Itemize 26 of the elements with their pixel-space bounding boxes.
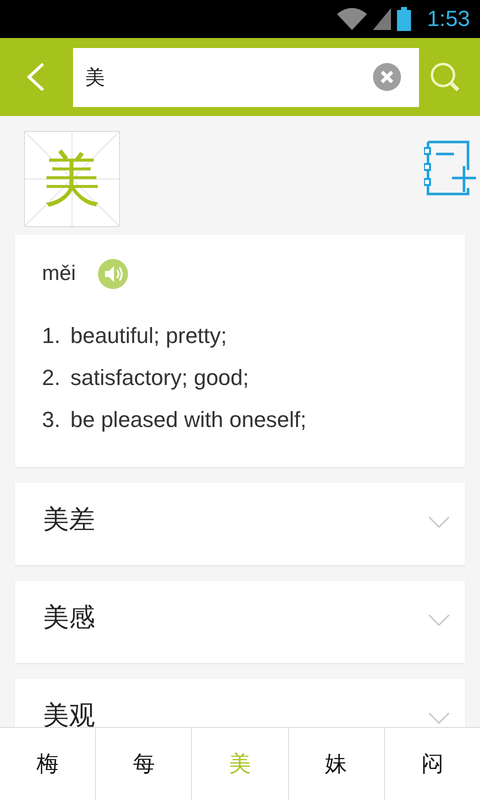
back-icon[interactable] [26, 62, 46, 92]
wifi-icon [337, 8, 368, 30]
battery-icon [397, 7, 412, 31]
speaker-icon[interactable] [98, 259, 128, 289]
sense-text: beautiful; pretty; [70, 322, 227, 350]
pinyin-text: měi [42, 262, 76, 286]
status-time: 1:53 [427, 6, 470, 32]
add-to-notebook-icon[interactable] [424, 140, 478, 196]
sense-text: be pleased with oneself; [70, 406, 306, 434]
search-icon[interactable] [429, 61, 461, 93]
character-glyph: 美 [43, 150, 101, 208]
search-field[interactable]: 美 [85, 65, 373, 89]
chevron-icon [428, 516, 450, 528]
sense-number: 1. [42, 322, 60, 350]
word-text: 美差 [43, 504, 95, 537]
clear-icon[interactable] [373, 63, 401, 91]
word-entry[interactable]: 美差 [15, 483, 465, 565]
search-bar[interactable]: 美 [73, 48, 419, 106]
word-text: 美感 [43, 602, 95, 635]
word-entry[interactable]: 美感 [15, 581, 465, 663]
chevron-icon [428, 712, 450, 724]
sense-number: 2. [42, 364, 60, 392]
sense-number: 3. [42, 406, 60, 434]
chevron-icon [428, 614, 450, 626]
sense-text: satisfactory; good; [70, 364, 249, 392]
signal-icon [373, 8, 392, 30]
